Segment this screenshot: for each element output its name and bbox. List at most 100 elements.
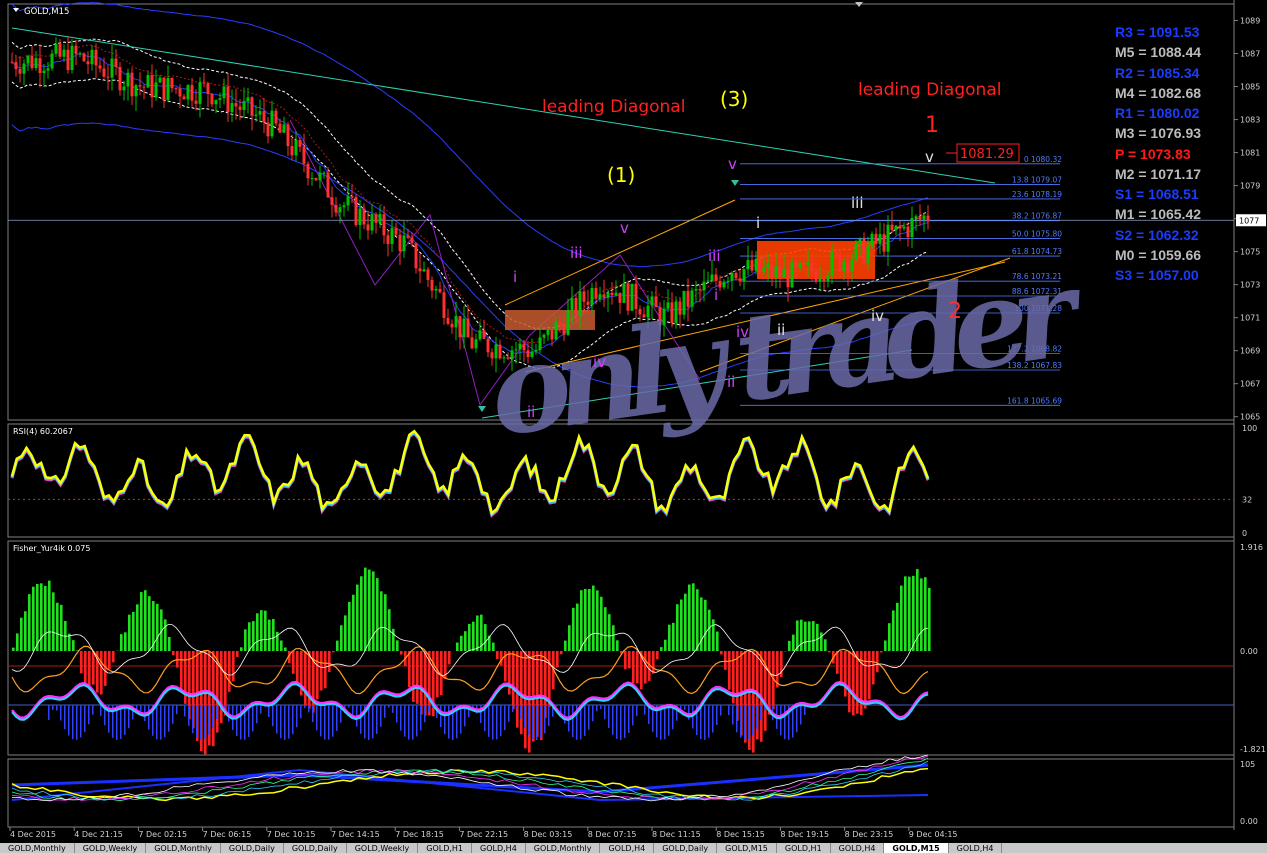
bottom-level-label: 105 <box>1240 760 1255 769</box>
fisher-green-bar <box>596 590 599 651</box>
pivot-level: M3 = 1076.93 <box>1115 125 1202 142</box>
chart-tab[interactable]: GOLD,M15 <box>884 843 949 853</box>
fisher-blue-bar <box>624 705 626 738</box>
candle-body <box>754 259 758 271</box>
candle-body <box>82 53 86 62</box>
fisher-green-bar <box>712 619 715 651</box>
candle-body <box>182 96 186 100</box>
chart-tab[interactable]: GOLD,Weekly <box>75 843 147 853</box>
fisher-blue-bar <box>288 705 290 739</box>
fib-level-label: 161.8 1065.69 <box>1007 396 1062 405</box>
candle-body <box>594 288 598 299</box>
candle-body <box>470 337 474 349</box>
fisher-blue-bar <box>528 705 530 735</box>
chart-tab[interactable]: GOLD,M15 <box>717 843 777 853</box>
candle-body <box>338 207 342 213</box>
fisher-blue-bar <box>748 705 750 740</box>
fisher-green-bar <box>36 583 39 651</box>
chart-tab[interactable]: GOLD,Daily <box>284 843 347 853</box>
fisher-green-bar <box>580 590 583 651</box>
candle-body <box>266 122 270 137</box>
fisher-blue-bar <box>176 705 178 715</box>
candle-body <box>718 280 722 288</box>
fisher-blue-bar <box>540 705 542 739</box>
fisher-green-bar <box>252 621 255 651</box>
price-box-label: 1081.29 <box>960 147 1014 162</box>
fisher-green-bar <box>128 614 131 651</box>
chart-tab[interactable]: GOLD,Daily <box>654 843 718 853</box>
chart-tab[interactable]: GOLD,H4 <box>600 843 655 853</box>
fisher-green-bar <box>788 640 791 651</box>
chart-tab[interactable]: GOLD,Monthly <box>0 843 75 853</box>
candle-body <box>798 262 802 268</box>
fisher-green-bar <box>136 604 139 651</box>
fisher-green-bar <box>912 575 915 651</box>
candle-body <box>698 289 702 291</box>
fisher-green-bar <box>804 621 807 651</box>
candle-body <box>38 58 42 74</box>
candle-body <box>262 111 266 123</box>
wave-label: ii <box>527 403 535 421</box>
candle-body <box>270 110 274 137</box>
fisher-level-label: 0.00 <box>1240 647 1258 656</box>
candle-body <box>110 58 114 78</box>
fisher-green-bar <box>904 576 907 651</box>
candle-body <box>394 228 398 235</box>
fisher-blue-bar <box>324 705 326 740</box>
chart-tab[interactable]: GOLD,Weekly <box>347 843 419 853</box>
fisher-green-bar <box>164 619 167 651</box>
fisher-blue-bar <box>796 705 798 733</box>
time-tick-label: 8 Dec 11:15 <box>652 830 701 839</box>
time-tick-label: 7 Dec 02:15 <box>138 830 187 839</box>
fisher-blue-bar <box>272 705 274 727</box>
candle-body <box>598 294 602 299</box>
fisher-green-bar <box>396 640 399 651</box>
candle-body <box>770 264 774 278</box>
fisher-red-bar <box>828 651 831 653</box>
fisher-green-bar <box>144 590 147 651</box>
chart-tab[interactable]: GOLD,Monthly <box>526 843 601 853</box>
fisher-green-bar <box>124 632 127 651</box>
candle-body <box>766 264 770 269</box>
fisher-blue-bar <box>496 705 498 740</box>
fisher-blue-bar <box>424 705 426 723</box>
fisher-blue-bar <box>620 705 622 740</box>
chart-tab[interactable]: GOLD,H4 <box>831 843 885 853</box>
candle-body <box>130 72 134 97</box>
fisher-green-bar <box>16 633 19 651</box>
price-tick-label: 1071 <box>1240 314 1260 323</box>
fisher-blue-bar <box>100 705 102 716</box>
wave-label: i <box>714 286 718 304</box>
fisher-red-bar <box>720 651 723 655</box>
candle-body <box>914 216 918 218</box>
chart-tab[interactable]: GOLD,H4 <box>472 843 526 853</box>
fisher-green-bar <box>572 607 575 651</box>
up-arrow-icon <box>478 406 486 412</box>
fisher-green-bar <box>472 621 475 651</box>
fisher-blue-bar <box>592 705 594 722</box>
candle-body <box>706 280 710 282</box>
candle-body <box>586 301 590 305</box>
pivot-level: M0 = 1059.66 <box>1115 246 1202 263</box>
chart-tab[interactable]: GOLD,Daily <box>221 843 284 853</box>
chart-tab[interactable]: GOLD,H4 <box>949 843 1003 853</box>
candle-body <box>30 55 34 69</box>
fisher-blue-bar <box>188 705 190 726</box>
fisher-blue-bar <box>688 705 690 720</box>
fisher-red-bar <box>80 651 83 674</box>
fisher-blue-bar <box>584 705 586 736</box>
fisher-blue-bar <box>472 705 474 708</box>
chart-tab[interactable]: GOLD,H1 <box>777 843 831 853</box>
fisher-blue-bar <box>64 705 66 730</box>
candle-body <box>330 197 334 205</box>
chart-tab[interactable]: GOLD,H1 <box>418 843 473 853</box>
candle-body <box>390 228 394 245</box>
candle-body <box>398 234 402 252</box>
candle-body <box>98 65 102 69</box>
fisher-green-bar <box>924 577 927 651</box>
chart-tab[interactable]: GOLD,Monthly <box>146 843 221 853</box>
upper-envelope-line <box>11 1 929 268</box>
pivot-level: P = 1073.83 <box>1115 145 1191 162</box>
candle-body <box>202 82 206 84</box>
symbol-title: GOLD,M15 <box>24 7 69 17</box>
